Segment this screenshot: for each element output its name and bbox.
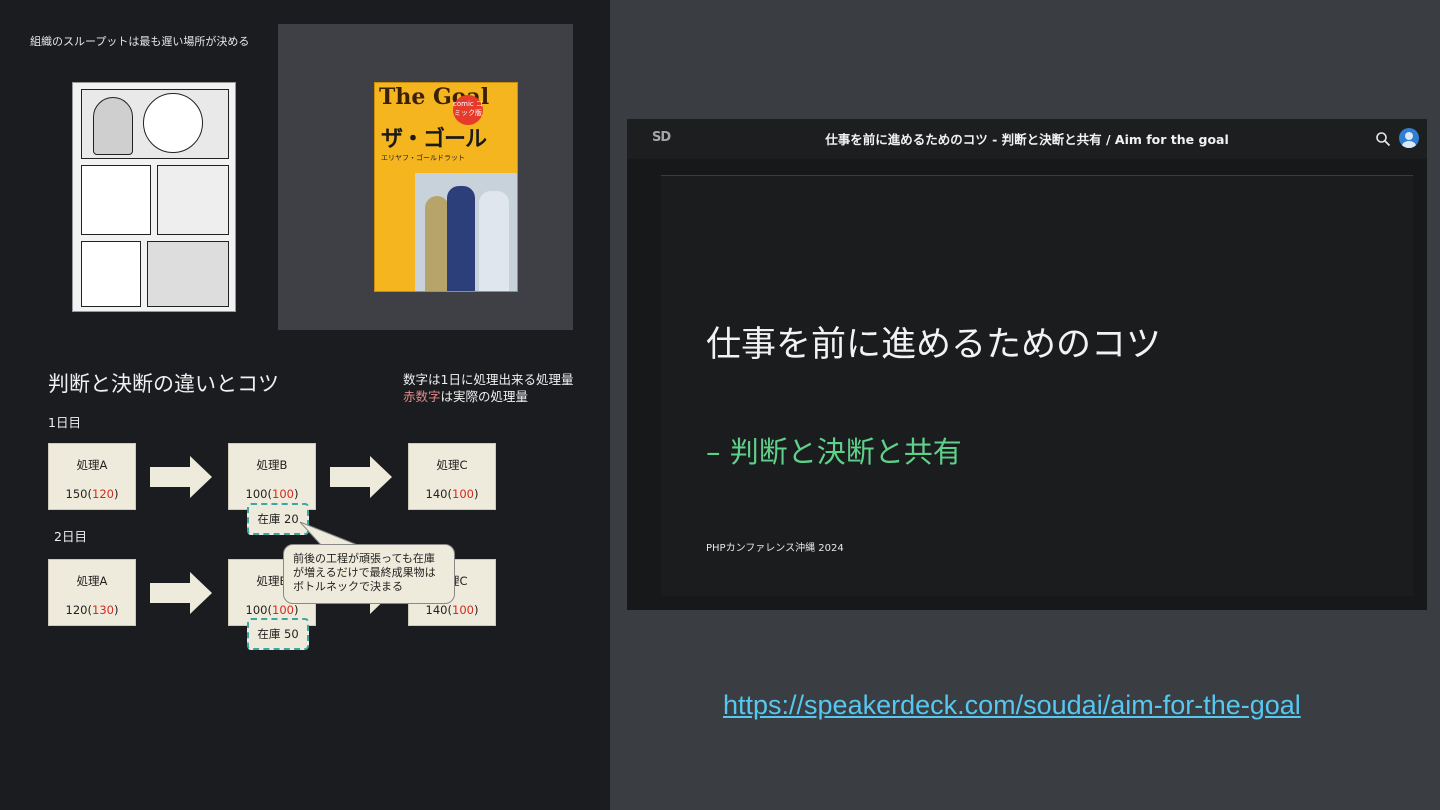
slide-caption: 組織のスループットは最も遅い場所が決める — [30, 35, 250, 48]
day1-process-b: 処理B 100(100) — [228, 443, 316, 510]
day2-process-a: 処理A 120(130) — [48, 559, 136, 626]
slide-title: 仕事を前に進めるためのコツ — [706, 325, 1162, 365]
day2-stock: 在庫 50 — [247, 618, 309, 650]
slide-canvas[interactable]: 仕事を前に進めるためのコツ – 判断と決断と共有 PHPカンファレンス沖縄 20… — [661, 175, 1413, 596]
day1-process-a: 処理A 150(120) — [48, 443, 136, 510]
speakerdeck-link[interactable]: https://speakerdeck.com/soudai/aim-for-t… — [723, 690, 1301, 721]
avatar-icon[interactable] — [1399, 128, 1419, 148]
day1-label: 1日目 — [48, 415, 81, 430]
legend-note: 数字は1日に処理出来る処理量 赤数字は実際の処理量 — [403, 372, 574, 404]
day2-label: 2日目 — [54, 529, 87, 544]
book-author: エリヤフ・ゴールドラット — [381, 154, 465, 162]
day1-process-c: 処理C 140(100) — [408, 443, 496, 510]
book-cover-image: The Goal comic コミック版 ザ・ゴール エリヤフ・ゴールドラット — [374, 82, 518, 292]
speakerdeck-viewer[interactable]: SD 仕事を前に進めるためのコツ - 判断と決断と共有 / Aim for th… — [627, 119, 1427, 610]
left-slide: 組織のスループットは最も遅い場所が決める The Goal comic コミック… — [0, 0, 610, 810]
manga-page-image — [72, 82, 236, 312]
conference-name: PHPカンファレンス沖縄 2024 — [706, 543, 844, 554]
deck-title[interactable]: 仕事を前に進めるためのコツ - 判断と決断と共有 / Aim for the g… — [627, 129, 1427, 148]
speech-bubble: 前後の工程が頑張っても在庫が増えるだけで最終成果物はボトルネックで決まる — [283, 544, 455, 604]
arrow-right-icon — [150, 456, 212, 498]
screen: 組織のスループットは最も遅い場所が決める The Goal comic コミック… — [0, 0, 1440, 810]
arrow-right-icon — [150, 572, 212, 614]
arrow-right-icon — [330, 456, 392, 498]
slide-subtitle: – 判断と決断と共有 — [706, 435, 962, 469]
viewer-toolbar: SD 仕事を前に進めるためのコツ - 判断と決断と共有 / Aim for th… — [627, 119, 1427, 159]
search-icon[interactable] — [1375, 131, 1391, 147]
slide-heading: 判断と決断の違いとコツ — [48, 372, 279, 396]
book-title: ザ・ゴール — [381, 127, 487, 152]
